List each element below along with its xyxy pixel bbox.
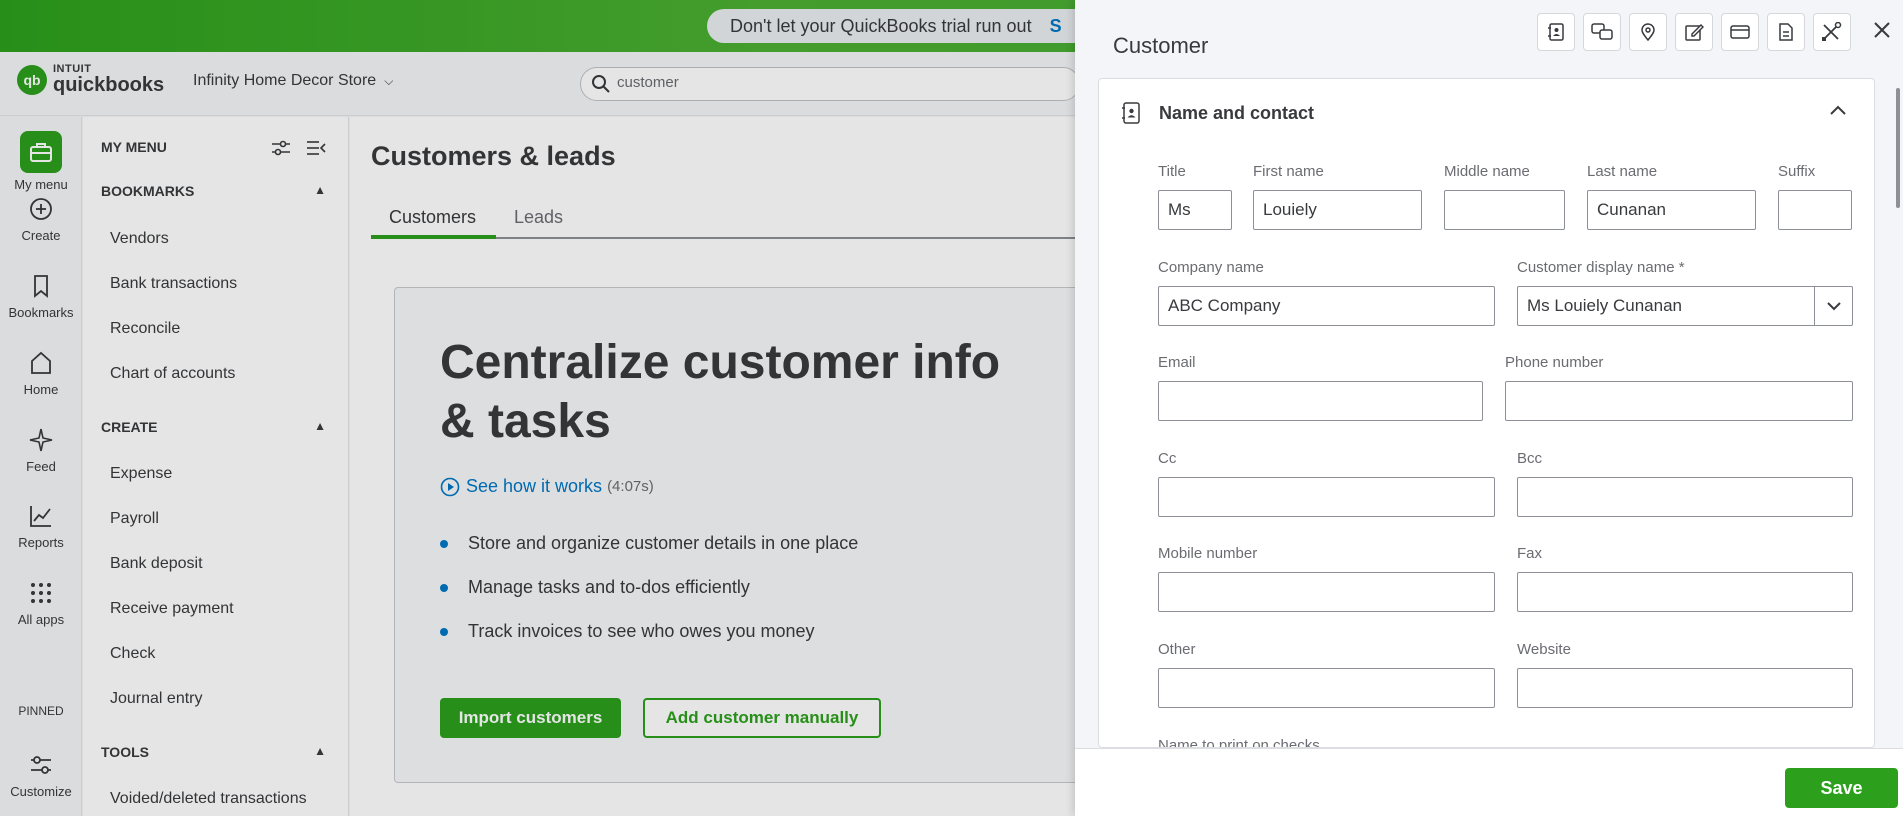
other-field[interactable]: [1158, 668, 1495, 708]
suffix-label: Suffix: [1778, 163, 1816, 180]
mobile-field[interactable]: [1158, 572, 1495, 612]
address-button[interactable]: [1629, 13, 1667, 51]
middle-name-field[interactable]: [1444, 190, 1565, 230]
website-field[interactable]: [1517, 668, 1853, 708]
drawer-footer: Save: [1075, 748, 1903, 816]
section-shortcut-toolbar: [1537, 13, 1859, 51]
section-title: Name and contact: [1159, 102, 1315, 123]
website-label: Website: [1517, 641, 1571, 658]
bcc-field[interactable]: [1517, 477, 1853, 517]
contact-book-icon: [1548, 23, 1564, 41]
bcc-label: Bcc: [1517, 450, 1543, 467]
tools-icon: [1822, 22, 1842, 41]
last-name-field[interactable]: Cunanan: [1587, 190, 1756, 230]
fax-label: Fax: [1517, 545, 1543, 562]
chat-bubbles-icon: [1591, 23, 1613, 40]
email-label: Email: [1158, 354, 1196, 371]
display-name-select[interactable]: Ms Louiely Cunanan: [1517, 286, 1853, 326]
contact-book-icon: [1122, 102, 1140, 124]
document-icon: [1779, 23, 1793, 41]
first-name-field[interactable]: Louiely: [1253, 190, 1422, 230]
company-name-field[interactable]: ABC Company: [1158, 286, 1495, 326]
edit-icon: [1685, 23, 1704, 41]
last-name-label: Last name: [1587, 163, 1658, 180]
credit-card-icon: [1730, 25, 1750, 39]
email-field[interactable]: [1158, 381, 1483, 421]
drawer-title: Customer: [1113, 33, 1209, 58]
display-name-value: Ms Louiely Cunanan: [1527, 296, 1682, 315]
middle-name-label: Middle name: [1444, 163, 1530, 180]
phone-label: Phone number: [1505, 354, 1604, 371]
cc-label: Cc: [1158, 450, 1177, 467]
cc-field[interactable]: [1158, 477, 1495, 517]
name-to-print-label: Name to print on checks: [1158, 737, 1320, 748]
display-name-label: Customer display name *: [1517, 259, 1685, 276]
title-field[interactable]: Ms: [1158, 190, 1232, 230]
chevron-down-icon[interactable]: [1814, 287, 1852, 325]
map-pin-icon: [1641, 23, 1655, 42]
fax-field[interactable]: [1517, 572, 1853, 612]
suffix-field[interactable]: [1778, 190, 1852, 230]
additional-info-button[interactable]: [1813, 13, 1851, 51]
contact-card-button[interactable]: [1537, 13, 1575, 51]
company-name-label: Company name: [1158, 259, 1264, 276]
save-button[interactable]: Save: [1785, 768, 1898, 808]
name-and-contact-section: Name and contact Title Ms First name Lou…: [1098, 78, 1875, 748]
other-label: Other: [1158, 641, 1196, 658]
title-label: Title: [1158, 163, 1186, 180]
attachments-button[interactable]: [1767, 13, 1805, 51]
section-header[interactable]: Name and contact: [1119, 101, 1314, 125]
close-icon[interactable]: [1870, 18, 1894, 42]
phone-field[interactable]: [1505, 381, 1853, 421]
modal-overlay[interactable]: [0, 0, 1075, 816]
payments-button[interactable]: [1721, 13, 1759, 51]
chevron-up-icon[interactable]: [1828, 103, 1848, 117]
notes-button[interactable]: [1583, 13, 1621, 51]
drawer-scrollbar[interactable]: [1895, 78, 1901, 748]
edit-notes-button[interactable]: [1675, 13, 1713, 51]
first-name-label: First name: [1253, 163, 1324, 180]
mobile-label: Mobile number: [1158, 545, 1258, 562]
customer-drawer: Customer Name and contact Title Ms First…: [1075, 0, 1903, 816]
